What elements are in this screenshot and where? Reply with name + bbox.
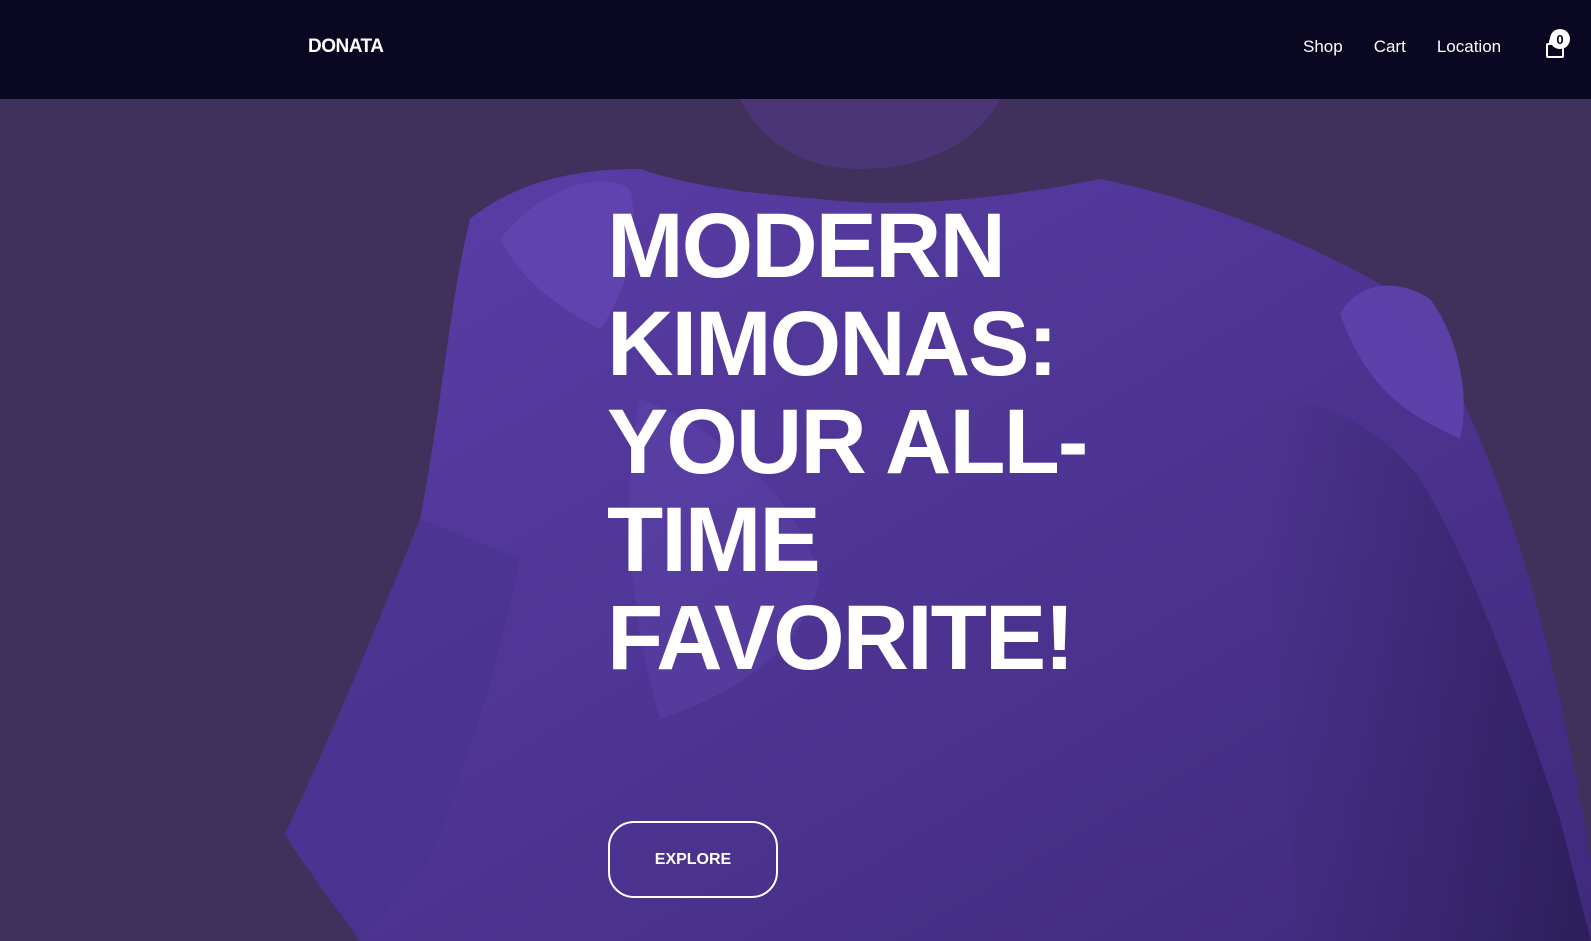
hero-headline: MODERN KIMONAS: YOUR ALL-TIME FAVORITE! (607, 195, 1088, 689)
hero-section: MODERN KIMONAS: YOUR ALL-TIME FAVORITE! … (0, 99, 1591, 941)
nav-link-location[interactable]: Location (1437, 37, 1501, 57)
nav-link-shop[interactable]: Shop (1303, 37, 1343, 57)
main-nav: Shop Cart Location (1303, 37, 1532, 57)
site-header: DONATA Shop Cart Location 0 (0, 0, 1591, 99)
explore-button[interactable]: EXPLORE (608, 821, 778, 898)
nav-link-cart[interactable]: Cart (1374, 37, 1406, 57)
cart-count-badge: 0 (1550, 29, 1570, 49)
logo-link[interactable]: DONATA (308, 36, 384, 58)
